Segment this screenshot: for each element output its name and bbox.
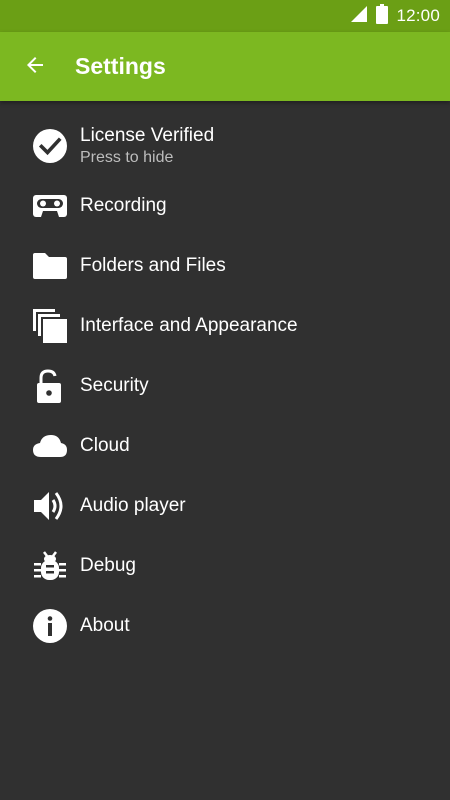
settings-item-recording[interactable]: Recording xyxy=(0,176,450,236)
settings-item-debug[interactable]: Debug xyxy=(0,536,450,596)
page-title: Settings xyxy=(75,53,166,79)
settings-list: License Verified Press to hide Recording… xyxy=(0,116,450,656)
settings-item-folders[interactable]: Folders and Files xyxy=(0,236,450,296)
settings-item-label: About xyxy=(80,615,130,636)
back-button[interactable] xyxy=(14,46,56,88)
bug-icon xyxy=(32,548,68,584)
status-bar: 12:00 xyxy=(0,0,450,32)
settings-item-label: Interface and Appearance xyxy=(80,315,298,336)
signal-icon xyxy=(350,5,368,28)
speaker-icon xyxy=(32,488,68,524)
settings-item-license[interactable]: License Verified Press to hide xyxy=(0,116,450,176)
lock-open-icon xyxy=(32,368,68,404)
battery-icon xyxy=(376,3,389,29)
arrow-back-icon xyxy=(23,53,47,82)
cloud-icon xyxy=(32,428,68,464)
settings-item-label: Security xyxy=(80,375,149,396)
settings-item-label: License Verified xyxy=(80,125,215,146)
settings-item-about[interactable]: About xyxy=(0,596,450,656)
settings-item-label: Recording xyxy=(80,195,167,216)
app-bar: Settings xyxy=(0,32,450,101)
check-circle-icon xyxy=(32,128,68,164)
settings-item-label: Debug xyxy=(80,555,136,576)
cassette-icon xyxy=(32,188,68,224)
settings-item-label: Cloud xyxy=(80,435,130,456)
settings-item-label: Folders and Files xyxy=(80,255,226,276)
settings-item-cloud[interactable]: Cloud xyxy=(0,416,450,476)
settings-item-audio-player[interactable]: Audio player xyxy=(0,476,450,536)
status-time: 12:00 xyxy=(396,6,440,25)
settings-item-subtitle: Press to hide xyxy=(80,149,174,166)
info-icon xyxy=(32,608,68,644)
folder-icon xyxy=(32,248,68,284)
settings-item-security[interactable]: Security xyxy=(0,356,450,416)
settings-item-interface[interactable]: Interface and Appearance xyxy=(0,296,450,356)
settings-item-label: Audio player xyxy=(80,495,186,516)
layers-icon xyxy=(32,308,68,344)
